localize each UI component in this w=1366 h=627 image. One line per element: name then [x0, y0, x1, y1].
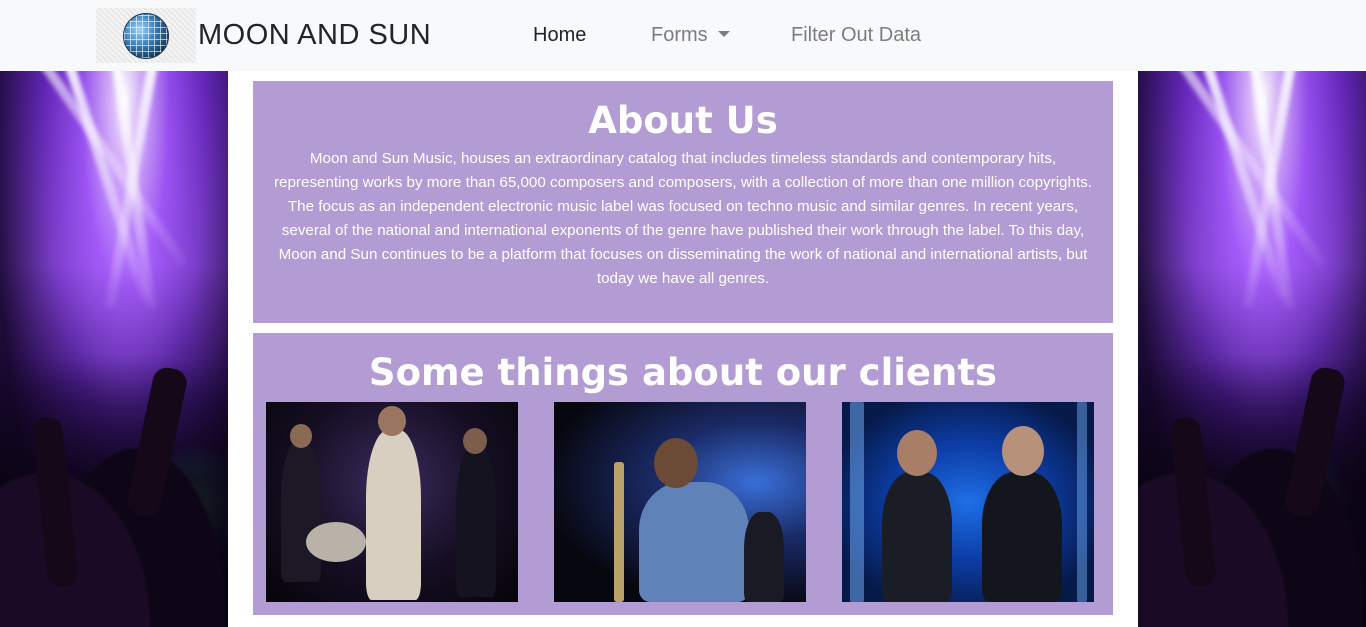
caret-down-icon: [717, 31, 730, 37]
nav-home-link[interactable]: Home: [533, 24, 586, 47]
logo[interactable]: [96, 8, 196, 63]
nav-forms-label: Forms: [651, 24, 708, 46]
brand-title[interactable]: MOON AND SUN: [198, 19, 431, 52]
clients-title: Some things about our clients: [368, 351, 998, 394]
concert-background-left: [0, 71, 228, 627]
about-title: About Us: [588, 99, 778, 142]
singer-on-stage-photo: [554, 402, 806, 602]
band-performing-photo: [266, 402, 518, 602]
main-container: About Us Moon and Sun Music, houses an e…: [228, 71, 1138, 627]
concert-background-right: [1138, 71, 1366, 627]
nav-filter-link[interactable]: Filter Out Data: [791, 24, 921, 47]
clients-section: Some things about our clients: [253, 333, 1113, 615]
nav-forms-dropdown[interactable]: Forms: [651, 24, 730, 47]
brand[interactable]: MOON AND SUN: [96, 8, 431, 63]
top-navbar: MOON AND SUN Home Forms Filter Out Data: [0, 0, 1366, 71]
about-section: About Us Moon and Sun Music, houses an e…: [253, 81, 1113, 323]
duo-performing-photo: [842, 402, 1094, 602]
disco-ball-icon: [123, 12, 169, 59]
about-body: Moon and Sun Music, houses an extraordin…: [273, 150, 1092, 287]
